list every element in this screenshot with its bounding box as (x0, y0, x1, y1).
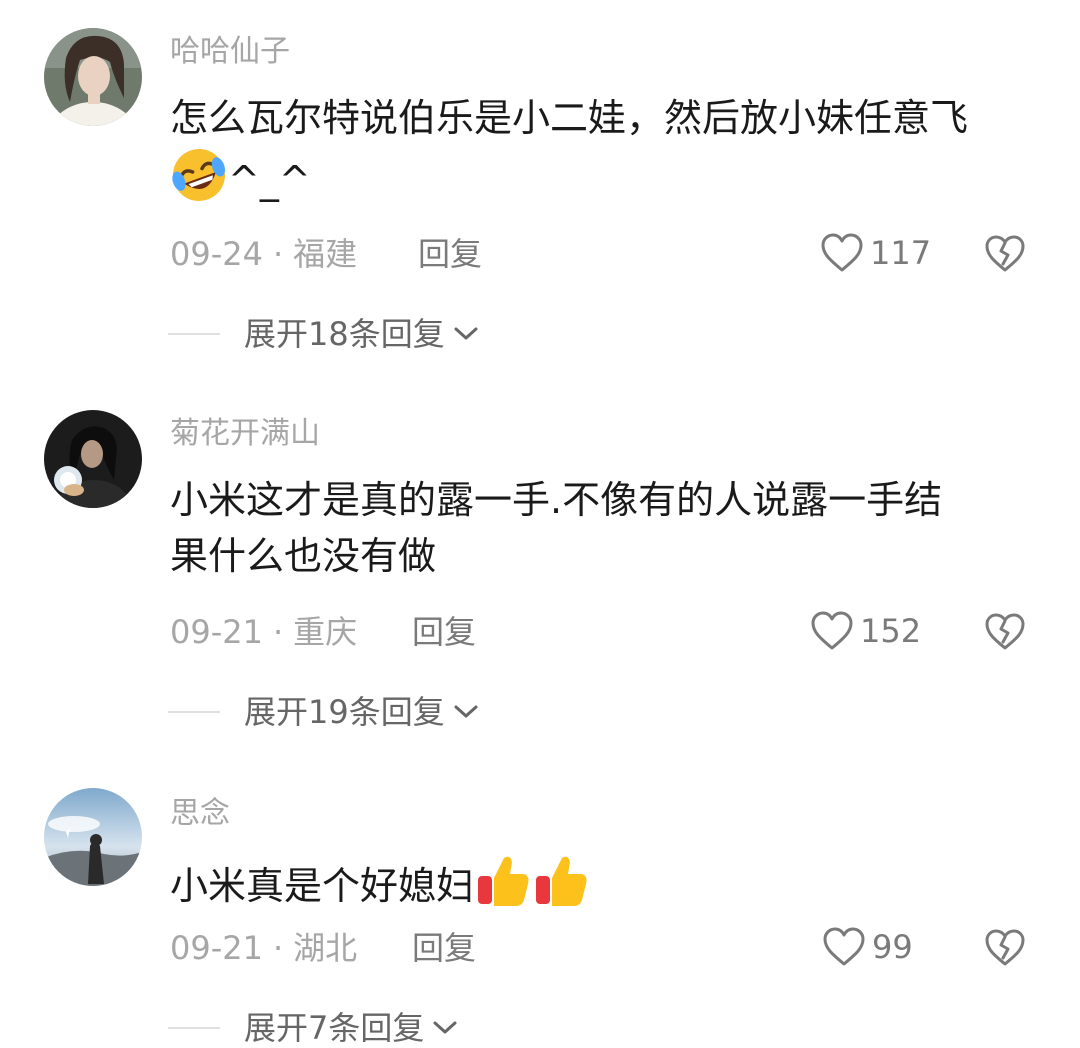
broken-heart-icon (985, 235, 1025, 272)
dislike-button[interactable] (984, 234, 1026, 278)
thumbs-up-emoji (532, 852, 590, 925)
comment-text-line: 小米这才是真的露一手.不像有的人说露一手结 (170, 478, 943, 522)
divider-line (168, 711, 220, 713)
expand-replies-button[interactable]: 展开19条回复 (168, 692, 479, 732)
dislike-button[interactable] (984, 928, 1026, 972)
comment-text-line: 果什么也没有做 (170, 534, 437, 578)
meta-separator: · (272, 235, 284, 273)
broken-heart-icon (985, 929, 1025, 966)
heart-outline-icon (821, 233, 863, 272)
avatar-image (44, 28, 142, 126)
comment-text-line: 怎么瓦尔特说伯乐是小二娃，然后放小妹任意飞 (170, 96, 969, 140)
expand-replies-label: 展开18条回复 (244, 315, 445, 353)
comment-text-main: 小米真是个好媳妇 (170, 864, 475, 908)
heart-outline-icon (823, 927, 865, 966)
rolling-laughing-emoji (170, 146, 228, 219)
avatar[interactable] (44, 28, 142, 126)
comment-text: 小米真是个好媳妇 (170, 852, 1040, 925)
chevron-down-icon (454, 705, 478, 718)
reply-button[interactable]: 回复 (412, 928, 476, 968)
divider-line (168, 1027, 220, 1029)
reply-button[interactable]: 回复 (412, 612, 476, 652)
meta-separator: · (272, 929, 284, 967)
expand-replies-label: 展开19条回复 (244, 693, 445, 731)
comment-meta: 09-21 · 湖北 (170, 928, 357, 968)
like-button[interactable]: 99 (822, 926, 913, 968)
avatar[interactable] (44, 410, 142, 508)
comment-date: 09-21 (170, 929, 263, 967)
like-button[interactable]: 117 (820, 232, 931, 274)
comment-text: 小米这才是真的露一手.不像有的人说露一手结 果什么也没有做 (170, 472, 1040, 584)
heart-outline-icon (811, 611, 853, 650)
comment-meta: 09-21 · 重庆 (170, 612, 357, 652)
expand-replies-label: 展开7条回复 (244, 1009, 425, 1047)
thumbs-up-emoji (474, 852, 532, 925)
comment-location: 重庆 (293, 613, 358, 651)
comment-date: 09-24 (170, 235, 263, 273)
divider-line (168, 333, 220, 335)
comment-meta: 09-24 · 福建 (170, 234, 357, 274)
meta-separator: · (272, 613, 284, 651)
comment-text-line: 小米真是个好媳妇 (170, 852, 1040, 925)
like-count: 152 (860, 612, 922, 650)
like-button[interactable]: 152 (810, 610, 921, 652)
comment-text-suffix: ^_^ (228, 158, 311, 202)
comment-text-line: ^_^ (170, 146, 1040, 219)
like-count: 99 (872, 928, 913, 966)
username[interactable]: 菊花开满山 (170, 416, 320, 452)
chevron-down-icon (433, 1021, 457, 1034)
username[interactable]: 哈哈仙子 (170, 34, 290, 70)
chevron-down-icon (454, 327, 478, 340)
username[interactable]: 思念 (170, 796, 230, 832)
dislike-button[interactable] (984, 612, 1026, 656)
avatar-image (44, 410, 142, 508)
comment-location: 福建 (293, 235, 358, 273)
expand-replies-button[interactable]: 展开18条回复 (168, 314, 479, 354)
comment-text: 怎么瓦尔特说伯乐是小二娃，然后放小妹任意飞 ^_^ (170, 90, 1040, 219)
like-count: 117 (870, 234, 932, 272)
comment-date: 09-21 (170, 613, 263, 651)
reply-button[interactable]: 回复 (418, 234, 482, 274)
comment-location: 湖北 (293, 929, 358, 967)
avatar-image (44, 788, 142, 886)
expand-replies-button[interactable]: 展开7条回复 (168, 1008, 458, 1048)
broken-heart-icon (985, 613, 1025, 650)
avatar[interactable] (44, 788, 142, 886)
